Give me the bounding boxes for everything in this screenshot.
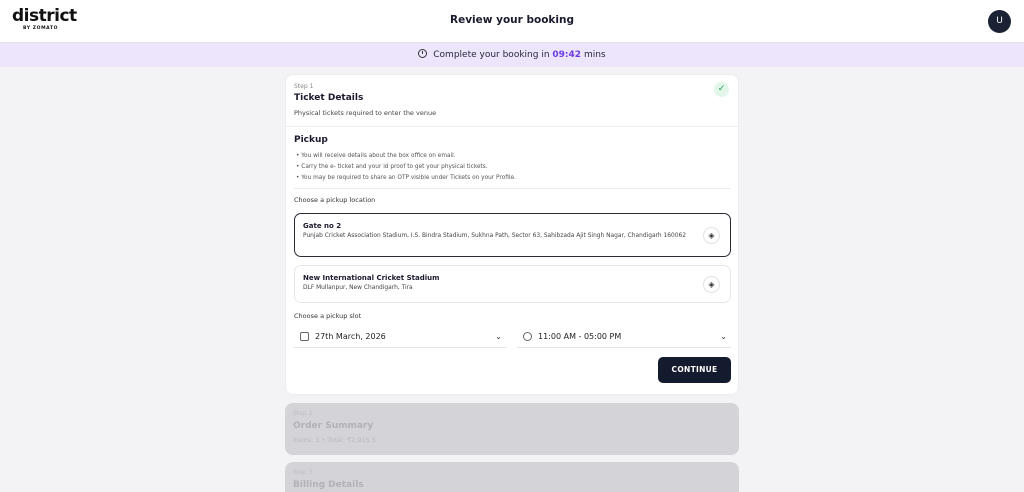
continue-button[interactable]: CONTINUE [658,357,731,383]
booking-timer-bar: Complete your booking in 09:42 mins [0,43,1024,67]
user-avatar[interactable]: U [988,10,1011,33]
time-select[interactable]: 11:00 AM - 05:00 PM ⌄ [517,326,731,348]
ticket-details-card: Step 1 Ticket Details Physical tickets r… [285,74,739,395]
billing-details-card: Step 3 Billing Details [285,462,739,492]
pickup-location-option[interactable]: Gate no 2 Punjab Cricket Association Sta… [294,213,731,257]
divider [294,188,731,189]
step-subtitle: Physical tickets required to enter the v… [294,109,437,117]
step-label: Step 3 [293,469,313,476]
date-select[interactable]: 27th March, 2026 ⌄ [294,326,506,348]
order-summary-subtitle: Items: 1 • Total: ₹2,915.5 [293,436,376,444]
location-name: Gate no 2 [303,222,342,230]
pickup-title: Pickup [294,135,328,145]
page-title: Review your booking [449,14,574,26]
location-address: Punjab Cricket Association Stadium, I.S.… [303,233,686,239]
chevron-down-icon: ⌄ [720,332,727,341]
calendar-icon [300,332,309,341]
timer-prefix: Complete your booking in [433,50,550,60]
selected-date: 27th March, 2026 [315,332,386,341]
clock-icon [523,332,532,341]
top-header: district BY ZOMATO Review your booking U [0,0,1024,43]
pickup-bullet: • You will receive details about the box… [296,153,456,159]
timer-suffix: mins [583,50,606,60]
logo-subtext: BY ZOMATO [23,26,59,31]
step-title: Billing Details [293,480,364,490]
pickup-location-option[interactable]: New International Cricket Stadium DLF Mu… [294,265,731,303]
location-address: DLF Mullanpur, New Chandigarh, Tira [303,285,413,291]
directions-icon[interactable]: ◈ [703,227,720,244]
pickup-bullet: • You may be required to share an OTP vi… [296,175,516,181]
check-icon: ✓ [714,82,729,97]
step-title: Ticket Details [294,93,364,103]
order-summary-card: Step 2 Order Summary Items: 1 • Total: ₹… [285,403,739,455]
location-name: New International Cricket Stadium [303,274,440,282]
timer-countdown: 09:42 [552,50,582,60]
selected-time: 11:00 AM - 05:00 PM [538,332,622,341]
divider [286,126,738,127]
directions-icon[interactable]: ◈ [703,276,720,293]
chevron-down-icon: ⌄ [495,332,502,341]
pickup-instructions: • You will receive details about the box… [296,151,516,184]
choose-location-label: Choose a pickup location [294,196,376,204]
choose-slot-label: Choose a pickup slot [294,312,362,320]
pickup-bullet: • Carry the e- ticket and your id proof … [296,164,488,170]
step-title: Order Summary [293,421,374,431]
timer-icon [418,49,428,58]
step-label: Step 2 [293,410,313,417]
step-label: Step 1 [294,83,314,90]
